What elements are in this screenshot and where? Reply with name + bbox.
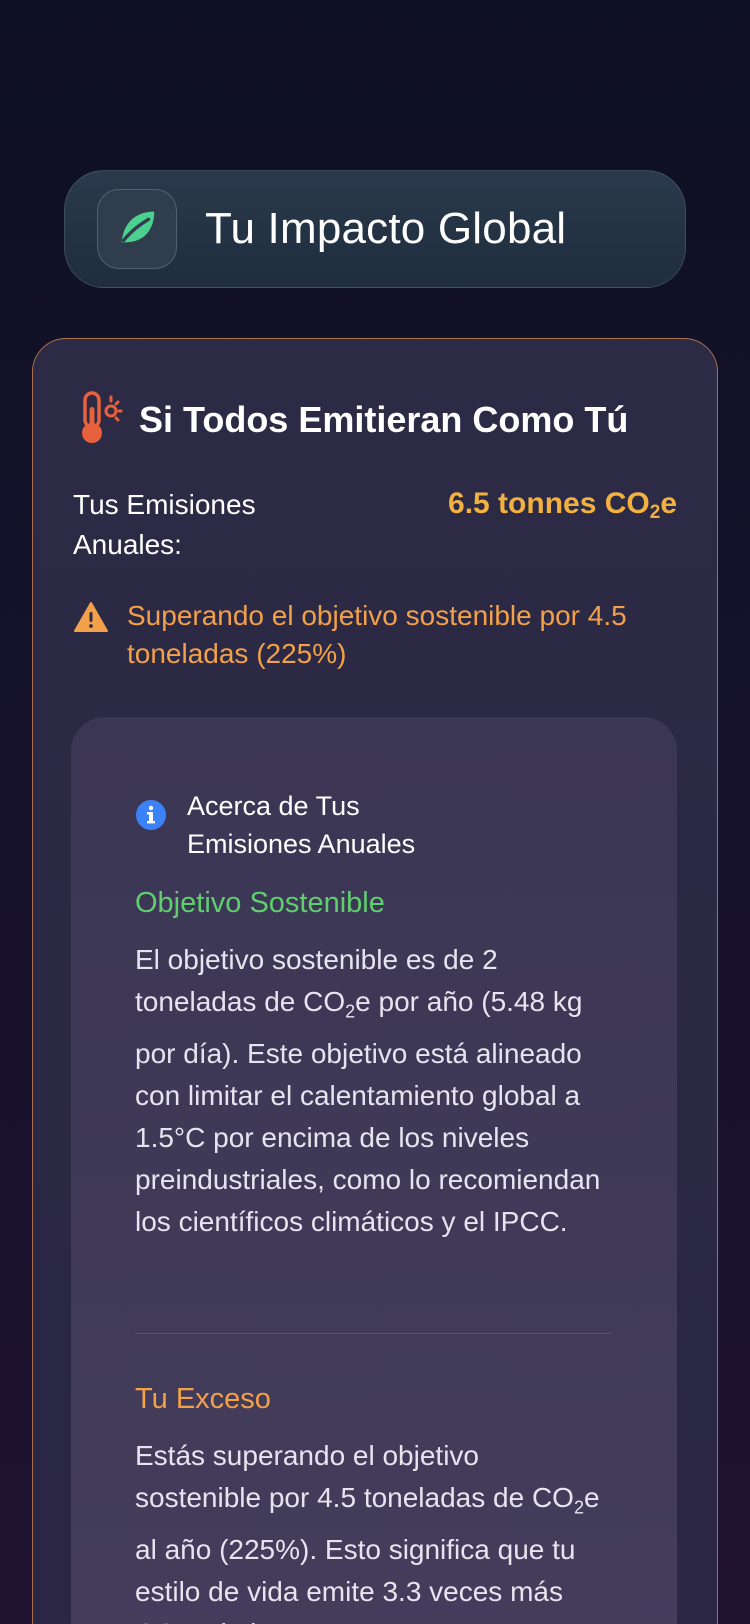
- card-header: Si Todos Emitieran Como Tú: [77, 389, 628, 450]
- target-title: Objetivo Sostenible: [135, 887, 385, 919]
- emissions-label: Tus Emisiones Anuales:: [73, 489, 256, 560]
- warning-icon: [73, 601, 109, 638]
- info-header: Acerca de Tus Emisiones Anuales: [135, 787, 415, 863]
- section-divider: [135, 1333, 611, 1334]
- warning-message: Superando el objetivo sostenible por 4.5…: [73, 597, 673, 673]
- excess-title: Tu Exceso: [135, 1383, 271, 1415]
- info-panel: Acerca de Tus Emisiones Anuales Objetivo…: [71, 717, 677, 1624]
- info-title: Acerca de Tus Emisiones Anuales: [187, 791, 416, 859]
- header-icon-box: [97, 189, 177, 269]
- page-title: Tu Impacto Global: [205, 204, 567, 253]
- info-icon: [135, 799, 167, 836]
- page-header: Tu Impacto Global: [64, 170, 686, 288]
- emissions-card: Si Todos Emitieran Como Tú Tus Emisiones…: [32, 338, 718, 1624]
- emissions-value: 6.5 tonnes CO2e: [448, 487, 677, 523]
- card-title: Si Todos Emitieran Como Tú: [139, 398, 629, 440]
- excess-body: Estás superando el objetivo sostenible p…: [135, 1440, 600, 1624]
- target-body: El objetivo sostenible es de 2 toneladas…: [135, 944, 601, 1237]
- leaf-icon: [114, 204, 160, 255]
- hot-thermometer-icon: [77, 389, 123, 450]
- warning-text: Superando el objetivo sostenible por 4.5…: [127, 600, 627, 669]
